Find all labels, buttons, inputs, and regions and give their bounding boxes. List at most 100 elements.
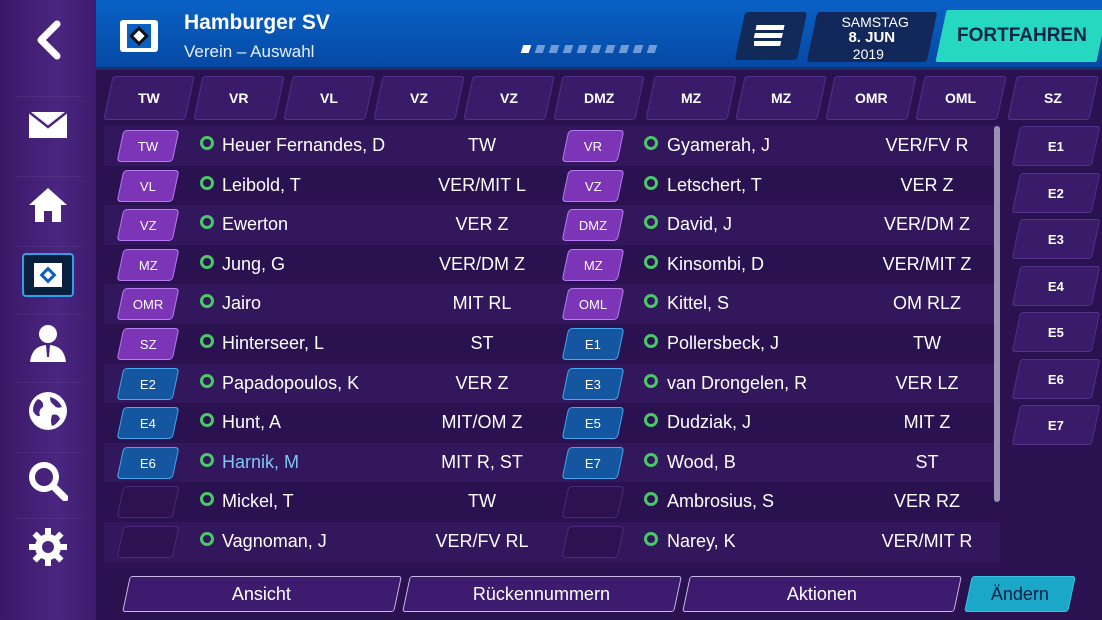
- club-icon: [22, 252, 74, 297]
- position-badge[interactable]: E3: [561, 367, 625, 400]
- player-name[interactable]: Narey, K: [667, 531, 736, 552]
- position-badge[interactable]: E5: [561, 407, 625, 440]
- column-header-vz[interactable]: VZ: [463, 76, 555, 120]
- player-name[interactable]: Jung, G: [222, 254, 285, 275]
- position-badge[interactable]: E1: [561, 328, 625, 360]
- position-label: MZ: [138, 257, 158, 273]
- substitute-label: E7: [1048, 417, 1064, 433]
- substitute-slot-e6[interactable]: E6: [1011, 358, 1101, 399]
- player-name[interactable]: Dudziak, J: [667, 412, 751, 433]
- date-display[interactable]: SAMSTAG 8. JUN 2019: [806, 12, 938, 62]
- change-button[interactable]: Ändern: [964, 576, 1076, 612]
- column-header-oml[interactable]: OML: [915, 76, 1007, 120]
- player-position: VER/MIT Z: [882, 253, 972, 274]
- player-name[interactable]: van Drongelen, R: [667, 373, 807, 394]
- player-name[interactable]: David, J: [667, 214, 732, 235]
- position-label: VR: [583, 138, 603, 154]
- substitute-slot-e2[interactable]: E2: [1011, 172, 1101, 213]
- player-name[interactable]: Leibold, T: [222, 175, 301, 196]
- sidebar-item-search[interactable]: [14, 452, 82, 508]
- sidebar-item-mail[interactable]: [14, 96, 82, 152]
- player-name[interactable]: Pollersbeck, J: [667, 333, 779, 354]
- substitute-slot-e7[interactable]: E7: [1011, 405, 1101, 445]
- player-name[interactable]: Gyamerah, J: [667, 135, 770, 156]
- column-header-mz[interactable]: MZ: [735, 76, 827, 120]
- player-position: VER Z: [455, 372, 509, 393]
- position-badge[interactable]: VZ: [561, 169, 625, 202]
- position-badge[interactable]: MZ: [561, 248, 625, 281]
- view-button[interactable]: Ansicht: [122, 576, 402, 612]
- substitute-slot-e5[interactable]: E5: [1011, 312, 1101, 352]
- position-badge[interactable]: TW: [116, 130, 180, 162]
- player-name[interactable]: Ewerton: [222, 214, 288, 235]
- position-label: E1: [585, 336, 601, 352]
- player-name[interactable]: Heuer Fernandes, D: [222, 135, 385, 156]
- player-name[interactable]: Harnik, M: [222, 452, 299, 473]
- page-dot: [618, 45, 630, 53]
- sidebar-item-person[interactable]: [14, 314, 82, 370]
- position-badge[interactable]: E6: [116, 446, 180, 479]
- column-header-vr[interactable]: VR: [193, 76, 285, 120]
- position-badge[interactable]: [561, 486, 625, 519]
- position-badge[interactable]: [116, 486, 180, 519]
- position-badge[interactable]: E2: [116, 367, 180, 400]
- column-header-label: VZ: [500, 90, 518, 106]
- column-header-vz[interactable]: VZ: [373, 76, 465, 120]
- substitute-slot-e3[interactable]: E3: [1011, 219, 1101, 259]
- fitness-status-icon: [644, 254, 658, 269]
- player-position: MIT RL: [452, 293, 512, 314]
- page-dot: [576, 45, 588, 53]
- column-header-sz[interactable]: SZ: [1007, 76, 1099, 120]
- position-badge[interactable]: SZ: [116, 328, 180, 360]
- player-position: VER/MIT R: [881, 531, 973, 551]
- position-badge[interactable]: [116, 526, 180, 558]
- position-badge[interactable]: MZ: [116, 248, 180, 281]
- scrollbar[interactable]: [994, 126, 1000, 502]
- player-position: TW: [913, 333, 941, 353]
- sidebar-item-globe[interactable]: [14, 382, 82, 438]
- sidebar-item-club[interactable]: [14, 246, 82, 302]
- player-name[interactable]: Letschert, T: [667, 175, 762, 196]
- position-label: TW: [137, 138, 159, 154]
- sidebar: [0, 0, 96, 620]
- player-name[interactable]: Kinsombi, D: [667, 254, 764, 275]
- position-badge[interactable]: VL: [116, 169, 180, 202]
- back-button[interactable]: [22, 14, 74, 66]
- player-name[interactable]: Vagnoman, J: [222, 531, 327, 552]
- sidebar-item-gear[interactable]: [14, 518, 82, 574]
- menu-button[interactable]: [734, 12, 808, 60]
- column-header-tw[interactable]: TW: [103, 76, 195, 120]
- player-name[interactable]: Jairo: [222, 293, 261, 314]
- position-badge[interactable]: VZ: [116, 209, 180, 242]
- player-name[interactable]: Papadopoulos, K: [222, 373, 359, 394]
- column-header-omr[interactable]: OMR: [825, 76, 917, 120]
- position-label: VL: [140, 178, 156, 194]
- position-badge[interactable]: OML: [561, 288, 625, 321]
- substitute-slot-e4[interactable]: E4: [1011, 265, 1101, 306]
- position-badge[interactable]: [561, 526, 625, 558]
- player-position: VER LZ: [895, 372, 959, 393]
- column-header-dmz[interactable]: DMZ: [553, 76, 645, 120]
- shirt-numbers-button[interactable]: Rückennummern: [402, 576, 682, 612]
- player-name[interactable]: Wood, B: [667, 452, 736, 473]
- position-badge[interactable]: DMZ: [561, 209, 625, 242]
- position-badge[interactable]: E7: [561, 446, 625, 479]
- actions-button[interactable]: Aktionen: [682, 576, 962, 612]
- player-position: MIT/OM Z: [441, 412, 523, 433]
- position-badge[interactable]: E4: [116, 407, 180, 440]
- column-header-vl[interactable]: VL: [283, 76, 375, 120]
- continue-button[interactable]: FORTFAHREN: [935, 10, 1102, 62]
- player-name[interactable]: Hunt, A: [222, 412, 281, 433]
- substitute-slot-e1[interactable]: E1: [1011, 126, 1101, 166]
- position-label: DMZ: [578, 217, 608, 233]
- player-name[interactable]: Mickel, T: [222, 491, 294, 512]
- sidebar-item-home[interactable]: [14, 176, 82, 232]
- position-badge[interactable]: VR: [561, 130, 625, 162]
- column-header-label: TW: [138, 90, 160, 106]
- player-name[interactable]: Kittel, S: [667, 293, 729, 314]
- player-position: VER/FV RL: [435, 531, 529, 551]
- player-name[interactable]: Ambrosius, S: [667, 491, 774, 512]
- player-name[interactable]: Hinterseer, L: [222, 333, 324, 354]
- column-header-mz[interactable]: MZ: [645, 76, 737, 120]
- position-badge[interactable]: OMR: [116, 288, 180, 321]
